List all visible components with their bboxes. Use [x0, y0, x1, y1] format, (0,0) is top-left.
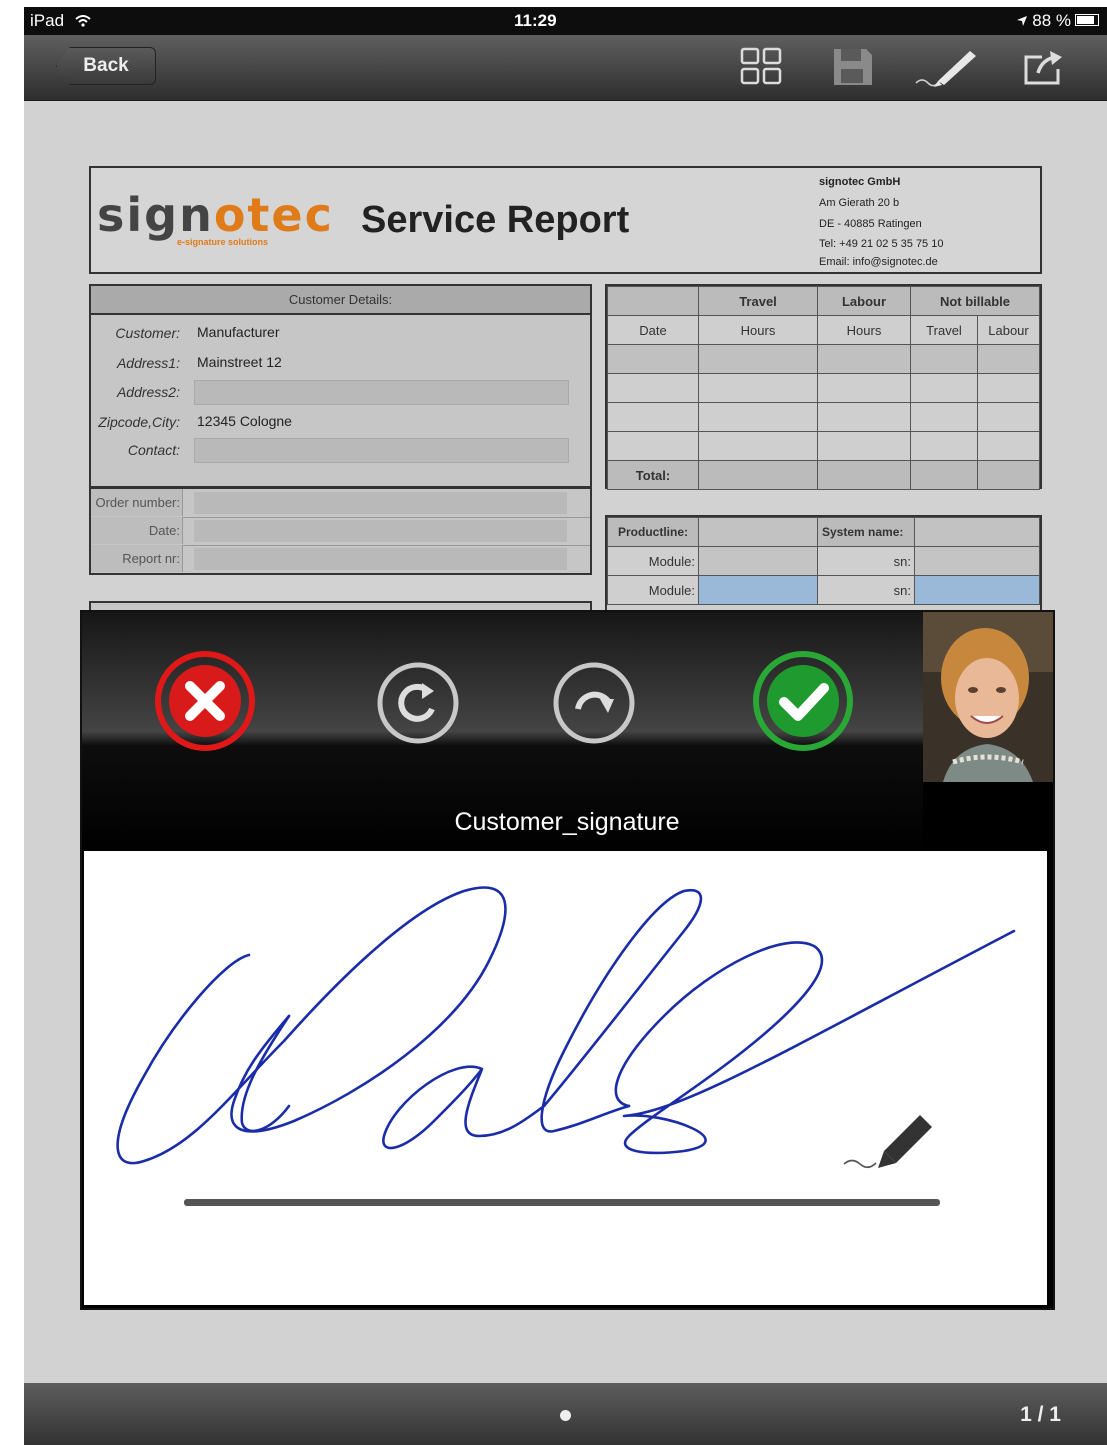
hours-table: Travel Labour Not billable Date Hours Ho…	[605, 284, 1042, 490]
date-field[interactable]	[194, 520, 567, 542]
hours-row[interactable]	[607, 431, 1040, 461]
customer-row: Customer: Manufacturer	[115, 324, 280, 341]
logo-tagline: e-signature solutions	[177, 237, 269, 247]
company-address: signotec GmbH Am Gierath 20 b DE - 40885…	[819, 176, 944, 268]
carrier: iPad	[30, 11, 91, 31]
ipad-screen: iPad 11:29 88 % Back signotec e-signatur…	[24, 7, 1107, 1445]
customer-field[interactable]: Manufacturer	[197, 324, 279, 340]
module-field[interactable]	[698, 546, 818, 576]
report-nr-field[interactable]	[194, 548, 567, 570]
cancel-icon[interactable]	[152, 648, 258, 754]
redo-icon[interactable]	[552, 661, 636, 745]
sn-field[interactable]	[914, 546, 1040, 576]
signature-dialog: Customer_signature	[80, 610, 1055, 1310]
hours-row[interactable]	[607, 344, 1040, 374]
save-icon[interactable]	[828, 45, 876, 89]
signotec-logo: signotec	[97, 188, 334, 242]
share-icon[interactable]	[1020, 45, 1068, 89]
undo-icon[interactable]	[376, 661, 460, 745]
back-button[interactable]: Back	[56, 47, 156, 85]
signature-stroke	[116, 886, 1016, 1206]
address2-row: Address2:	[91, 380, 590, 405]
module-field[interactable]	[698, 575, 818, 605]
contact-row: Contact:	[91, 438, 590, 463]
confirm-icon[interactable]	[750, 648, 856, 754]
address1-field[interactable]: Mainstreet 12	[197, 354, 282, 370]
camera-preview	[923, 612, 1053, 782]
pen-icon	[843, 1115, 932, 1169]
page-dot	[560, 1410, 571, 1421]
customer-details: Customer Details: Customer: Manufacturer …	[89, 284, 592, 488]
order-details: Order number: Date: Report nr:	[89, 487, 592, 575]
sn-field[interactable]	[914, 575, 1040, 605]
total-label: Total:	[607, 460, 699, 490]
address2-field[interactable]	[194, 380, 569, 405]
page-indicator: 1 / 1	[1020, 1403, 1061, 1426]
order-number-row: Order number:	[91, 489, 590, 518]
battery-status: 88 %	[1016, 11, 1099, 31]
zipcode-field[interactable]: 12345 Cologne	[197, 413, 292, 429]
product-table: Productline: System name: Module: sn: Mo…	[605, 515, 1042, 613]
signature-baseline	[184, 1199, 940, 1206]
signature-canvas[interactable]	[84, 851, 1047, 1305]
customer-details-header: Customer Details:	[91, 286, 590, 315]
battery-percent: 88 %	[1032, 11, 1071, 30]
order-number-field[interactable]	[194, 492, 567, 514]
wifi-icon	[75, 15, 91, 27]
status-bar: iPad 11:29 88 %	[24, 7, 1107, 35]
sign-icon[interactable]	[914, 45, 984, 89]
signature-field-name: Customer_signature	[454, 808, 680, 836]
hours-row[interactable]	[607, 373, 1040, 403]
battery-icon	[1075, 14, 1099, 26]
grid-icon[interactable]	[737, 45, 785, 89]
clock: 11:29	[514, 11, 557, 30]
hours-row[interactable]	[607, 402, 1040, 432]
date-row: Date:	[91, 517, 590, 546]
bottom-bar: 1 / 1	[24, 1383, 1107, 1445]
zipcode-row: Zipcode,City: 12345 Cologne	[98, 413, 292, 430]
report-title: Service Report	[361, 199, 630, 241]
address1-row: Address1: Mainstreet 12	[116, 354, 282, 371]
contact-field[interactable]	[194, 438, 569, 463]
report-header: signotec e-signature solutions Service R…	[89, 166, 1042, 274]
report-nr-row: Report nr:	[91, 545, 590, 573]
toolbar: Back	[24, 35, 1107, 101]
location-icon	[1016, 16, 1027, 26]
